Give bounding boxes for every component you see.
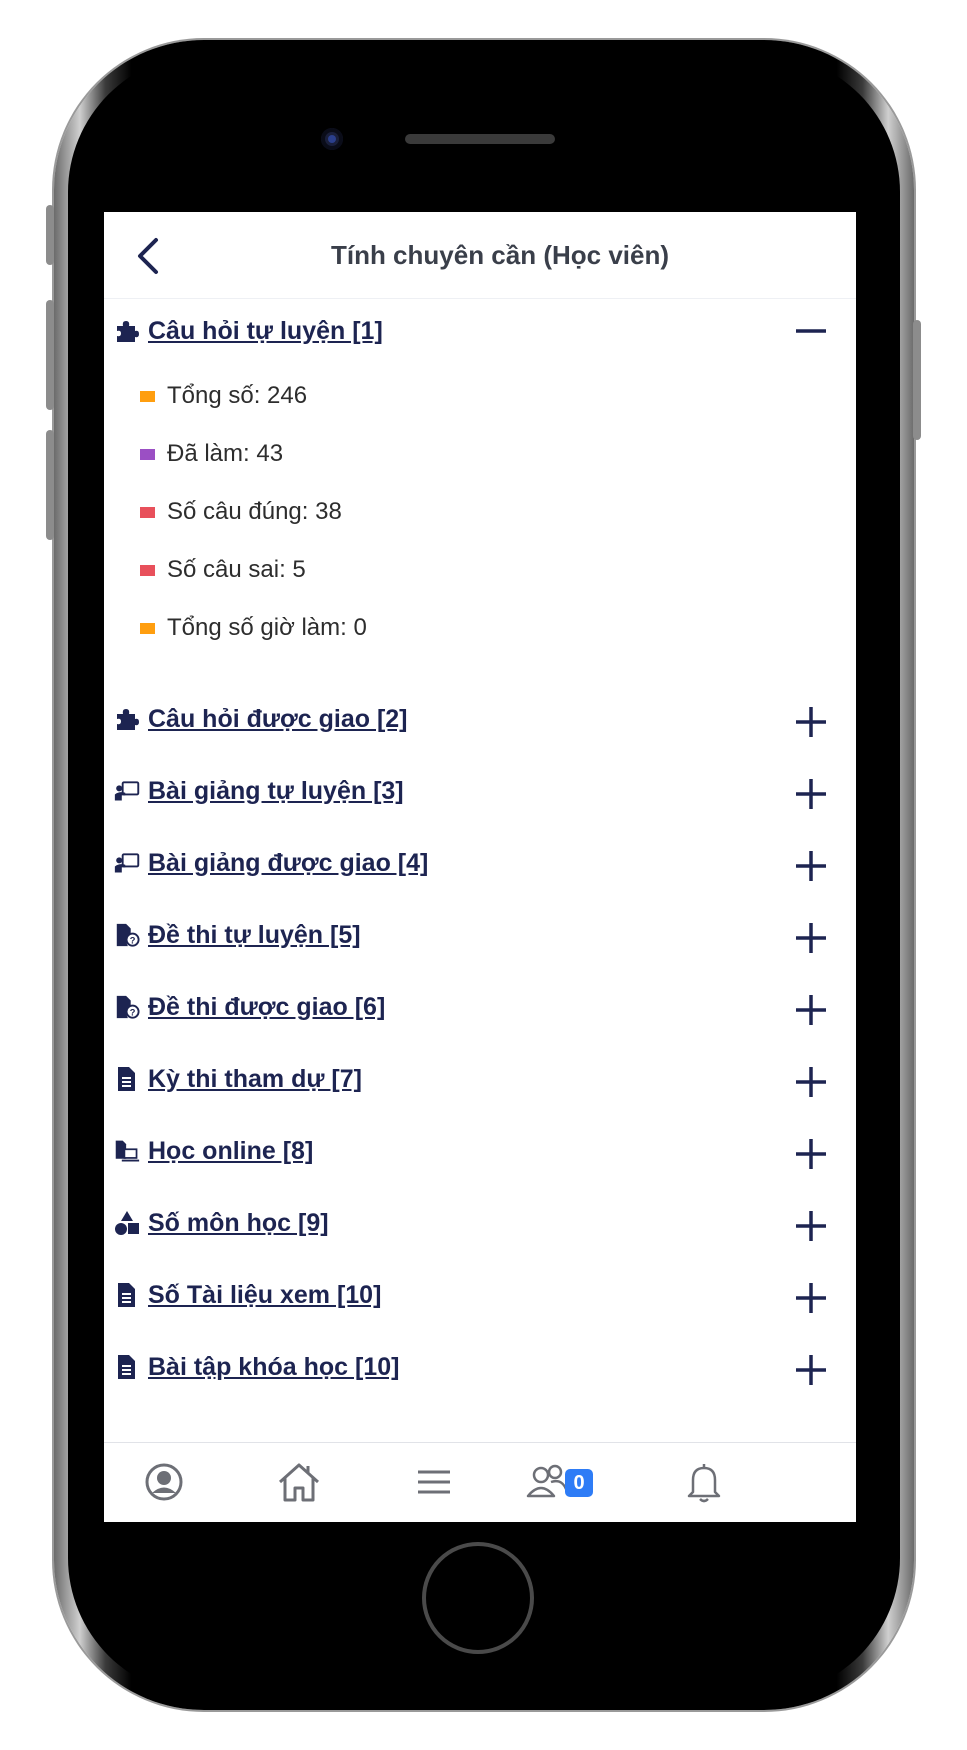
- page-title: Tính chuyên cần (Học viên): [330, 240, 670, 270]
- expand-plus-icon[interactable]: [794, 921, 828, 955]
- section-title-link[interactable]: Đề thi tự luyện [5]: [148, 921, 361, 950]
- legend-bullet: [140, 622, 155, 634]
- puzzle-icon: [114, 706, 140, 732]
- expand-plus-icon[interactable]: [794, 705, 828, 739]
- speaker-grille: [405, 134, 555, 144]
- bottom-nav: 0: [104, 1442, 856, 1522]
- expand-plus-icon[interactable]: [794, 1137, 828, 1171]
- section-11: Bài tập khóa học [10]: [104, 1331, 856, 1403]
- online-learning-icon: [114, 1138, 140, 1164]
- stat-label: Tổng số: 246: [167, 382, 308, 409]
- profile-icon: [145, 1463, 183, 1501]
- section-header[interactable]: Câu hỏi tự luyện [1]: [104, 299, 856, 363]
- expand-plus-icon[interactable]: [794, 1281, 828, 1315]
- section-header[interactable]: Học online [8]: [104, 1115, 856, 1187]
- exam-file-icon: ?: [114, 922, 140, 948]
- section-header[interactable]: Số môn học [9]: [104, 1187, 856, 1259]
- home-icon: [278, 1463, 320, 1502]
- section-6: ? Đề thi được giao [6]: [104, 971, 856, 1043]
- attendance-sections: Câu hỏi tự luyện [1] Tổng số: 246 Đã làm: …: [104, 299, 856, 1403]
- stat-label: Số câu sai: 5: [167, 556, 306, 583]
- section-4: Bài giảng được giao [4]: [104, 827, 856, 899]
- section-title-link[interactable]: Bài giảng được giao [4]: [148, 849, 428, 878]
- legend-bullet: [140, 564, 155, 576]
- svg-text:?: ?: [130, 935, 136, 945]
- legend-bullet: [140, 448, 155, 460]
- bell-icon: [687, 1464, 721, 1503]
- document-icon: [114, 1354, 140, 1380]
- svg-text:?: ?: [130, 1007, 136, 1017]
- home-button[interactable]: [422, 1542, 534, 1654]
- collapse-minus-icon[interactable]: [794, 314, 828, 348]
- app-header: Tính chuyên cần (Học viên): [104, 212, 856, 299]
- section-8: Học online [8]: [104, 1115, 856, 1187]
- section-1: Câu hỏi tự luyện [1] Tổng số: 246 Đã làm: …: [104, 299, 856, 683]
- section-5: ? Đề thi tự luyện [5]: [104, 899, 856, 971]
- section-title-link[interactable]: Đề thi được giao [6]: [148, 993, 385, 1022]
- volume-up-button: [46, 300, 54, 410]
- menu-icon: [418, 1470, 450, 1494]
- nav-notifications[interactable]: [674, 1457, 734, 1507]
- section-header[interactable]: Bài giảng được giao [4]: [104, 827, 856, 899]
- mute-switch: [46, 205, 54, 265]
- section-header[interactable]: ? Đề thi được giao [6]: [104, 971, 856, 1043]
- stat-label: Tổng số giờ làm: 0: [167, 614, 367, 641]
- document-icon: [114, 1066, 140, 1092]
- expand-plus-icon[interactable]: [794, 1209, 828, 1243]
- section-title-link[interactable]: Kỳ thi tham dự [7]: [148, 1065, 362, 1094]
- nav-profile[interactable]: [134, 1457, 194, 1507]
- section-title-link[interactable]: Bài giảng tự luyện [3]: [148, 777, 404, 806]
- section-title-link[interactable]: Số Tài liệu xem [10]: [148, 1281, 381, 1310]
- nav-menu[interactable]: [404, 1457, 464, 1507]
- section-header[interactable]: Câu hỏi được giao [2]: [104, 683, 856, 755]
- section-10: Số Tài liệu xem [10]: [104, 1259, 856, 1331]
- expand-plus-icon[interactable]: [794, 993, 828, 1027]
- nav-group[interactable]: 0: [526, 1457, 599, 1507]
- teacher-board-icon: [114, 778, 140, 804]
- section-header[interactable]: Bài tập khóa học [10]: [104, 1331, 856, 1403]
- expand-plus-icon[interactable]: [794, 849, 828, 883]
- volume-down-button: [46, 430, 54, 540]
- section-header[interactable]: Kỳ thi tham dự [7]: [104, 1043, 856, 1115]
- section-header[interactable]: Bài giảng tự luyện [3]: [104, 755, 856, 827]
- stat-item: Số câu sai: 5: [104, 541, 856, 599]
- legend-bullet: [140, 390, 155, 402]
- exam-file-icon: ?: [114, 994, 140, 1020]
- stat-item: Tổng số giờ làm: 0: [104, 599, 856, 657]
- stat-label: Đã làm: 43: [167, 440, 284, 467]
- stat-label: Số câu đúng: 38: [167, 498, 342, 525]
- section-title-link[interactable]: Số môn học [9]: [148, 1209, 329, 1238]
- expand-plus-icon[interactable]: [794, 777, 828, 811]
- puzzle-icon: [114, 318, 140, 344]
- stat-item: Tổng số: 246: [104, 367, 856, 425]
- document-icon: [114, 1282, 140, 1308]
- app-screen: Tính chuyên cần (Học viên) Câu hỏi tự lu…: [104, 212, 856, 1522]
- nav-home[interactable]: [269, 1457, 329, 1507]
- section-3: Bài giảng tự luyện [3]: [104, 755, 856, 827]
- section-header[interactable]: Số Tài liệu xem [10]: [104, 1259, 856, 1331]
- section-9: Số môn học [9]: [104, 1187, 856, 1259]
- stat-item: Số câu đúng: 38: [104, 483, 856, 541]
- group-badge: 0: [565, 1469, 593, 1497]
- section-7: Kỳ thi tham dự [7]: [104, 1043, 856, 1115]
- section-title-link[interactable]: Câu hỏi tự luyện [1]: [148, 317, 383, 346]
- section-title-link[interactable]: Bài tập khóa học [10]: [148, 1353, 399, 1382]
- teacher-board-icon: [114, 850, 140, 876]
- stat-item: Đã làm: 43: [104, 425, 856, 483]
- section-2: Câu hỏi được giao [2]: [104, 683, 856, 755]
- section-title-link[interactable]: Câu hỏi được giao [2]: [148, 705, 408, 734]
- legend-bullet: [140, 506, 155, 518]
- front-camera: [321, 128, 343, 150]
- power-button: [913, 320, 921, 440]
- section-title-link[interactable]: Học online [8]: [148, 1137, 313, 1166]
- expand-plus-icon[interactable]: [794, 1353, 828, 1387]
- shapes-icon: [114, 1210, 140, 1236]
- group-icon: [526, 1464, 569, 1498]
- section-header[interactable]: ? Đề thi tự luyện [5]: [104, 899, 856, 971]
- stats-list: Tổng số: 246 Đã làm: 43 Số câu đúng: 38 Số …: [104, 363, 856, 683]
- expand-plus-icon[interactable]: [794, 1065, 828, 1099]
